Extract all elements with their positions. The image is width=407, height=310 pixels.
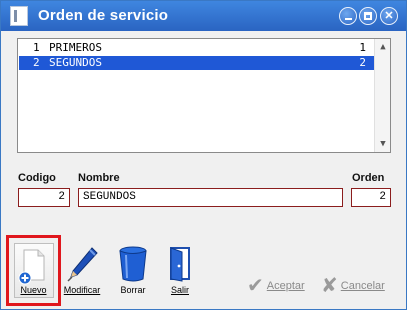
nuevo-label: Nuevo xyxy=(20,285,47,295)
borrar-label: Borrar xyxy=(120,285,146,295)
list-item-number: 2 xyxy=(33,56,40,69)
cancelar-button[interactable]: ✘ Cancelar xyxy=(321,273,385,298)
codigo-field[interactable]: 2 xyxy=(18,188,70,207)
scroll-down-arrow-icon[interactable]: ▼ xyxy=(375,136,391,152)
salir-button[interactable]: Salir xyxy=(163,241,197,299)
exit-door-icon xyxy=(165,245,195,285)
borrar-button[interactable]: Borrar xyxy=(114,241,152,299)
orden-field[interactable]: 2 xyxy=(351,188,391,207)
check-icon: ✔ xyxy=(247,275,264,297)
list-item-name: SEGUNDOS xyxy=(49,56,102,69)
app-icon xyxy=(10,6,28,26)
close-icon: ✕ xyxy=(384,9,394,22)
nombre-label: Nombre xyxy=(78,172,120,184)
list-item-order: 1 xyxy=(359,41,366,54)
close-button[interactable]: ✕ xyxy=(380,7,398,25)
salir-label: Salir xyxy=(170,285,189,295)
minimize-icon xyxy=(344,17,352,20)
list-item-number: 1 xyxy=(33,41,40,54)
nombre-field[interactable]: SEGUNDOS xyxy=(78,188,343,207)
list-scrollbar[interactable]: ▲ ▼ xyxy=(374,39,390,152)
window-title: Orden de servicio xyxy=(38,7,169,24)
title-bar[interactable]: Orden de servicio ✕ xyxy=(1,1,406,31)
list-item-name: PRIMEROS xyxy=(49,41,102,54)
aceptar-button[interactable]: ✔ Aceptar xyxy=(247,273,305,298)
aceptar-label: Aceptar xyxy=(266,279,305,292)
cancelar-label: Cancelar xyxy=(340,279,385,292)
list-item[interactable]: 1 PRIMEROS 1 xyxy=(19,41,374,55)
maximize-button[interactable] xyxy=(359,7,377,25)
list-item-order: 2 xyxy=(359,56,366,69)
scroll-up-arrow-icon[interactable]: ▲ xyxy=(375,39,391,55)
minimize-button[interactable] xyxy=(339,7,357,25)
modificar-button[interactable]: Modificar xyxy=(61,241,103,299)
trash-bin-icon xyxy=(117,245,149,285)
cancel-x-icon: ✘ xyxy=(321,275,338,297)
orden-label: Orden xyxy=(352,172,385,184)
service-order-list[interactable]: 1 PRIMEROS 1 2 SEGUNDOS 2 ▲ ▼ xyxy=(17,38,391,153)
order-window: Orden de servicio ✕ 1 PRIMEROS 1 2 SEGUN… xyxy=(0,0,407,310)
maximize-icon xyxy=(364,12,372,20)
nuevo-button[interactable]: Nuevo xyxy=(6,235,61,306)
list-item-selected[interactable]: 2 SEGUNDOS 2 xyxy=(19,56,374,70)
codigo-label: Codigo xyxy=(18,172,56,184)
modificar-label: Modificar xyxy=(63,285,101,295)
pen-icon xyxy=(64,245,100,285)
